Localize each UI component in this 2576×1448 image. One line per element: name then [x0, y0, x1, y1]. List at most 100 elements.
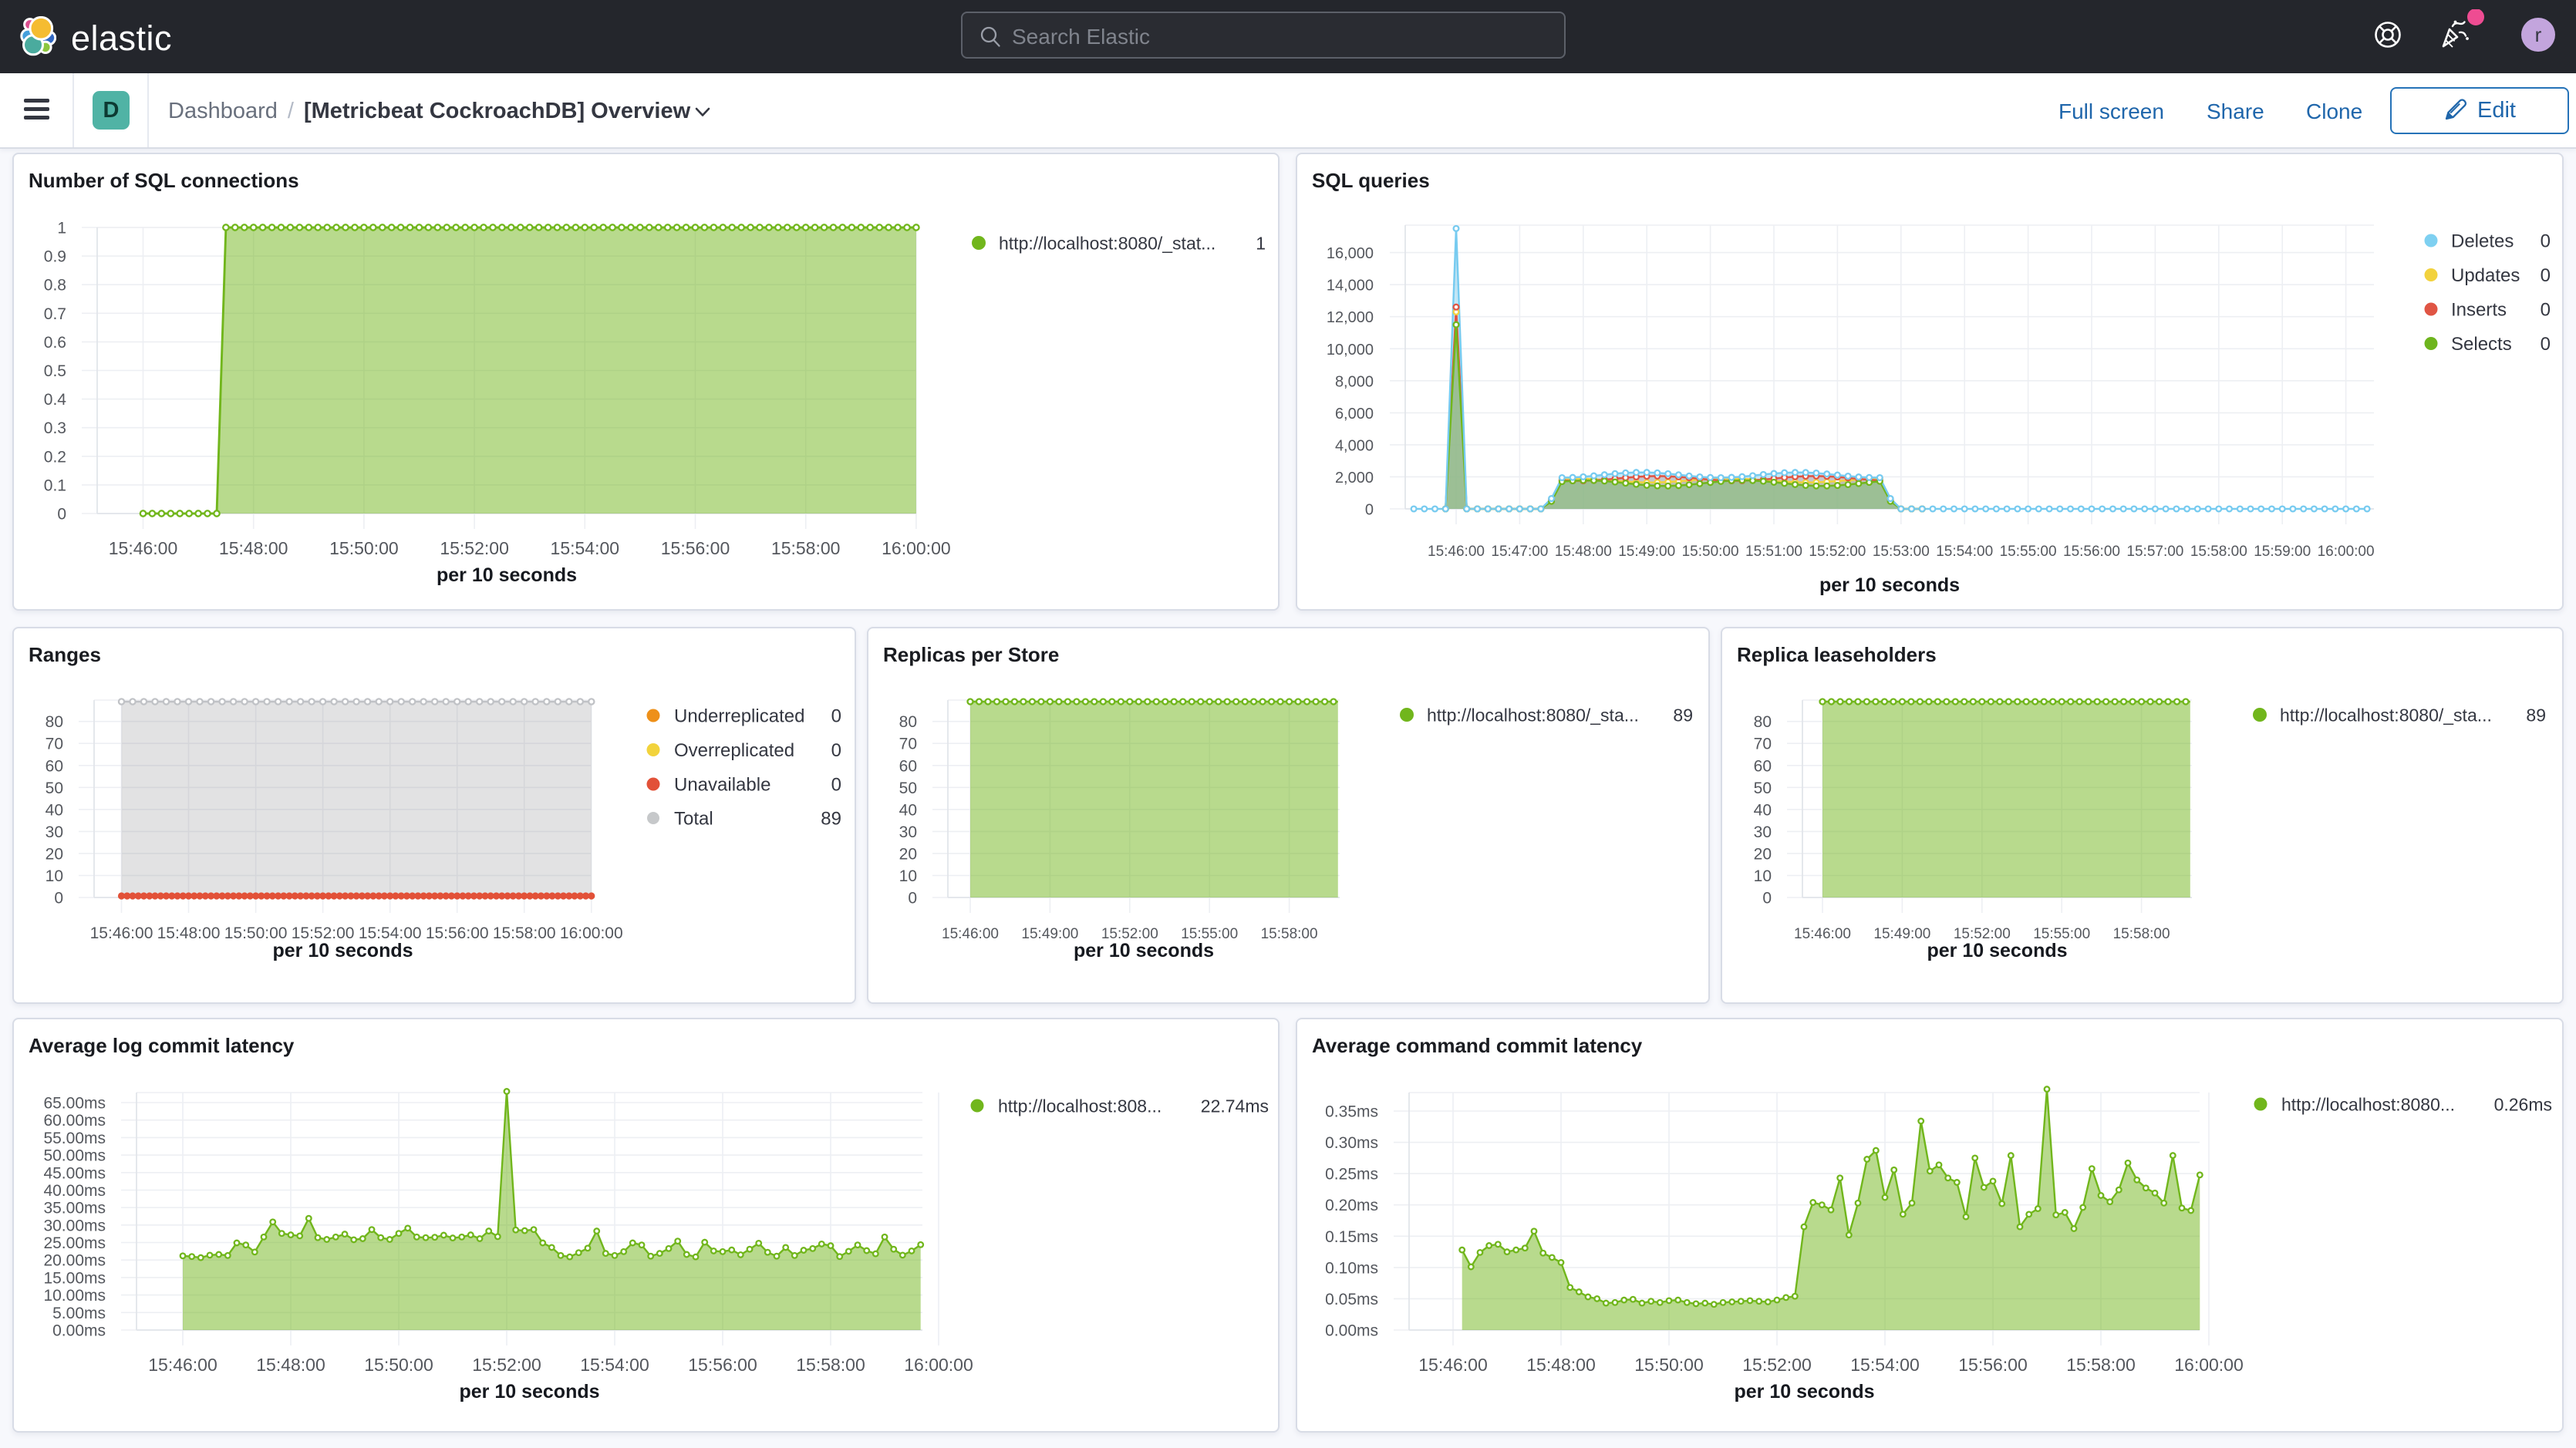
svg-text:0.25ms: 0.25ms [1325, 1166, 1378, 1184]
svg-text:1: 1 [57, 220, 66, 237]
svg-text:70: 70 [46, 736, 63, 753]
svg-text:14,000: 14,000 [1327, 278, 1374, 295]
svg-text:15:58:00: 15:58:00 [771, 538, 841, 558]
svg-text:15:50:00: 15:50:00 [1634, 1355, 1704, 1375]
svg-text:15:49:00: 15:49:00 [1021, 926, 1078, 942]
svg-text:15:52:00: 15:52:00 [1809, 544, 1866, 560]
svg-text:60.00ms: 60.00ms [43, 1112, 106, 1130]
svg-text:20: 20 [1754, 845, 1772, 863]
svg-text:40.00ms: 40.00ms [43, 1182, 106, 1200]
svg-text:4,000: 4,000 [1335, 437, 1374, 454]
svg-text:15:54:00: 15:54:00 [580, 1355, 649, 1375]
svg-text:16:00:00: 16:00:00 [882, 538, 951, 558]
svg-text:per 10 seconds: per 10 seconds [1734, 1381, 1874, 1403]
svg-text:15:58:00: 15:58:00 [493, 924, 556, 942]
svg-text:per 10 seconds: per 10 seconds [272, 940, 413, 961]
svg-text:Updates: Updates [2451, 265, 2520, 286]
svg-text:15:46:00: 15:46:00 [109, 538, 178, 558]
svg-text:0.1: 0.1 [44, 476, 66, 494]
svg-text:0.6: 0.6 [44, 334, 66, 352]
svg-text:15:49:00: 15:49:00 [1873, 926, 1930, 942]
svg-text:0.3: 0.3 [44, 419, 66, 437]
svg-text:15:53:00: 15:53:00 [1873, 544, 1930, 560]
svg-text:http://localhost:8080...: http://localhost:8080... [2281, 1095, 2455, 1115]
svg-text:15:50:00: 15:50:00 [1682, 544, 1739, 560]
svg-text:10,000: 10,000 [1327, 342, 1374, 359]
svg-text:22.74ms: 22.74ms [1201, 1096, 1269, 1116]
svg-text:30: 30 [46, 823, 63, 841]
svg-text:15:52:00: 15:52:00 [1742, 1355, 1812, 1375]
svg-text:15:46:00: 15:46:00 [148, 1355, 217, 1375]
svg-text:0.5: 0.5 [44, 362, 66, 380]
svg-text:0.2: 0.2 [44, 448, 66, 466]
svg-text:1: 1 [1256, 234, 1266, 254]
svg-text:15:49:00: 15:49:00 [1618, 544, 1675, 560]
svg-text:15:47:00: 15:47:00 [1491, 544, 1548, 560]
svg-text:6,000: 6,000 [1335, 406, 1374, 423]
svg-text:50: 50 [1754, 780, 1772, 797]
svg-text:Overreplicated: Overreplicated [674, 740, 794, 761]
svg-text:per 10 seconds: per 10 seconds [1927, 940, 2067, 961]
svg-text:55.00ms: 55.00ms [43, 1130, 106, 1147]
svg-text:20.00ms: 20.00ms [43, 1252, 106, 1270]
svg-text:0.8: 0.8 [44, 277, 66, 295]
svg-text:0.15ms: 0.15ms [1325, 1228, 1378, 1246]
svg-text:16:00:00: 16:00:00 [2318, 544, 2375, 560]
svg-text:15:58:00: 15:58:00 [2113, 926, 2170, 942]
svg-text:15:56:00: 15:56:00 [2063, 544, 2120, 560]
svg-text:0: 0 [54, 890, 63, 908]
svg-text:45.00ms: 45.00ms [43, 1164, 106, 1182]
svg-text:0.7: 0.7 [44, 305, 66, 323]
svg-text:0: 0 [2541, 300, 2551, 321]
svg-text:15:56:00: 15:56:00 [688, 1355, 757, 1375]
svg-text:15:48:00: 15:48:00 [219, 538, 288, 558]
svg-text:0: 0 [57, 506, 66, 524]
svg-text:50: 50 [899, 780, 917, 797]
svg-text:Inserts: Inserts [2451, 300, 2507, 321]
svg-text:15:58:00: 15:58:00 [2066, 1355, 2136, 1375]
svg-text:0.20ms: 0.20ms [1325, 1197, 1378, 1214]
svg-text:40: 40 [46, 801, 63, 819]
svg-text:40: 40 [1754, 801, 1772, 819]
svg-text:per 10 seconds: per 10 seconds [1819, 574, 1960, 596]
svg-text:http://localhost:8080/_sta...: http://localhost:8080/_sta... [1427, 705, 1639, 726]
svg-text:15:52:00: 15:52:00 [472, 1355, 541, 1375]
svg-text:15:58:00: 15:58:00 [796, 1355, 865, 1375]
svg-text:15:54:00: 15:54:00 [551, 538, 620, 558]
svg-text:15:56:00: 15:56:00 [426, 924, 489, 942]
svg-text:20: 20 [46, 845, 63, 863]
svg-text:15:46:00: 15:46:00 [1794, 926, 1851, 942]
svg-text:2,000: 2,000 [1335, 470, 1374, 487]
svg-text:70: 70 [1754, 736, 1772, 753]
svg-text:0: 0 [1762, 890, 1772, 908]
svg-text:15:46:00: 15:46:00 [1418, 1355, 1488, 1375]
svg-text:10: 10 [899, 867, 917, 885]
svg-text:30.00ms: 30.00ms [43, 1217, 106, 1234]
svg-text:15:48:00: 15:48:00 [1526, 1355, 1596, 1375]
svg-text:0: 0 [831, 775, 841, 796]
svg-text:35.00ms: 35.00ms [43, 1200, 106, 1217]
svg-text:15:58:00: 15:58:00 [2190, 544, 2247, 560]
svg-text:15:48:00: 15:48:00 [157, 924, 221, 942]
svg-text:15:51:00: 15:51:00 [1745, 544, 1802, 560]
svg-text:0: 0 [1365, 502, 1374, 519]
svg-text:16:00:00: 16:00:00 [2174, 1355, 2244, 1375]
svg-text:5.00ms: 5.00ms [52, 1305, 106, 1322]
svg-text:10.00ms: 10.00ms [43, 1287, 106, 1305]
svg-text:per 10 seconds: per 10 seconds [437, 564, 577, 586]
svg-text:60: 60 [1754, 757, 1772, 775]
svg-text:Underreplicated: Underreplicated [674, 706, 804, 727]
svg-text:0: 0 [831, 706, 841, 727]
svg-text:Unavailable: Unavailable [674, 775, 770, 796]
svg-text:Total: Total [674, 809, 713, 830]
svg-text:per 10 seconds: per 10 seconds [1074, 940, 1214, 961]
svg-text:15:48:00: 15:48:00 [1555, 544, 1612, 560]
svg-text:http://localhost:808...: http://localhost:808... [998, 1096, 1162, 1116]
svg-text:50.00ms: 50.00ms [43, 1147, 106, 1165]
svg-text:60: 60 [46, 757, 63, 775]
svg-text:65.00ms: 65.00ms [43, 1095, 106, 1113]
svg-text:16,000: 16,000 [1327, 245, 1374, 262]
svg-text:80: 80 [46, 713, 63, 731]
svg-text:15:54:00: 15:54:00 [1850, 1355, 1920, 1375]
svg-text:0.4: 0.4 [44, 391, 67, 409]
